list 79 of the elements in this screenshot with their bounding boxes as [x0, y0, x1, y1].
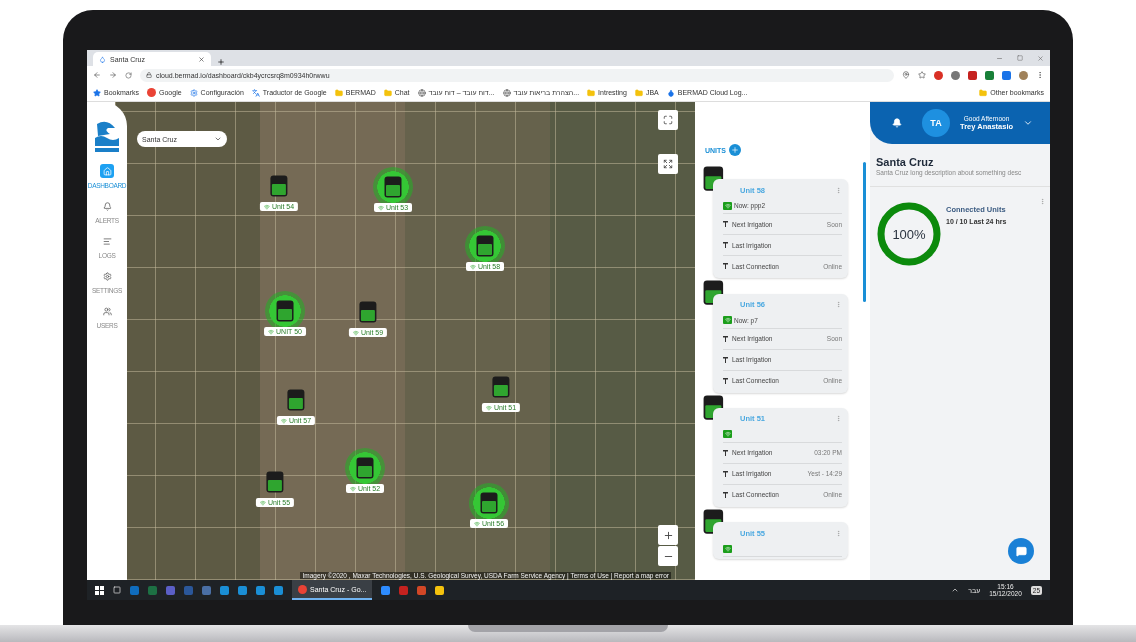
plus-icon — [731, 146, 739, 154]
expand-icon — [663, 159, 673, 169]
wifi-icon — [723, 201, 732, 210]
globe-icon — [417, 88, 426, 97]
add-unit-button[interactable] — [729, 144, 741, 156]
sprinkler-icon — [723, 242, 728, 249]
back-icon — [93, 71, 101, 79]
star-icon — [918, 71, 926, 79]
device-icon — [384, 176, 402, 198]
user-avatar: TA — [922, 109, 950, 137]
sprinkler-icon — [723, 491, 728, 498]
chat-button[interactable] — [1008, 538, 1034, 564]
scrollbar[interactable] — [863, 162, 866, 302]
sprinkler-icon — [723, 335, 728, 342]
new-tab-icon — [217, 58, 225, 66]
profile-icon — [1019, 70, 1028, 80]
device-icon — [480, 492, 498, 514]
wifi-icon — [723, 430, 732, 439]
connected-donut — [876, 201, 942, 267]
gear-icon — [189, 88, 198, 97]
device-icon — [476, 235, 494, 257]
wifi-icon — [473, 520, 480, 527]
wifi-icon — [352, 329, 359, 336]
wifi-icon — [263, 203, 270, 210]
wifi-icon — [469, 263, 476, 270]
chevron-down-icon — [214, 135, 222, 143]
windows-logo-icon[interactable] — [95, 585, 104, 595]
bell-icon — [892, 118, 902, 128]
folder-icon — [979, 88, 988, 97]
sprinkler-icon — [723, 356, 728, 363]
chevron-down-icon — [1023, 118, 1034, 128]
task-view-icon — [113, 586, 121, 594]
forward-icon — [109, 71, 117, 79]
sprinkler-icon — [723, 449, 728, 456]
expand-button[interactable] — [658, 154, 678, 174]
lock-icon — [146, 72, 152, 78]
folder-icon — [383, 88, 392, 97]
maximize-icon — [1017, 55, 1023, 61]
plus-icon — [662, 529, 674, 541]
logo-icon — [94, 120, 120, 154]
google-icon — [147, 88, 156, 97]
star-icon — [93, 88, 101, 97]
logo-icon — [666, 88, 675, 97]
folder-icon — [334, 88, 343, 97]
location-icon — [902, 71, 910, 79]
wifi-icon — [280, 417, 287, 424]
zoom-in-button[interactable] — [658, 525, 678, 545]
reload-icon — [125, 71, 132, 79]
tray-icon — [951, 586, 960, 594]
users-icon — [100, 304, 114, 318]
menu-icon — [1036, 71, 1044, 79]
zoom-out-button[interactable] — [658, 546, 678, 566]
wifi-icon — [723, 316, 732, 325]
sprinkler-icon — [723, 221, 728, 228]
sprinkler-icon — [723, 377, 728, 384]
browser-icon — [298, 584, 307, 594]
folder-icon — [634, 88, 643, 97]
drop-icon — [99, 55, 106, 63]
translate-icon — [251, 88, 260, 97]
fullscreen-button[interactable] — [658, 110, 678, 130]
site-title: Santa Cruz — [875, 155, 935, 168]
sprinkler-icon — [723, 263, 728, 270]
device-icon — [356, 457, 374, 479]
wifi-icon — [259, 499, 266, 506]
wifi-icon — [377, 204, 384, 211]
wifi-icon — [723, 544, 732, 553]
close-icon — [1037, 54, 1044, 62]
wifi-icon — [268, 328, 275, 335]
folder-icon — [587, 88, 596, 97]
home-icon — [100, 164, 114, 178]
fullscreen-icon — [663, 115, 673, 125]
wifi-icon — [485, 404, 492, 411]
globe-icon — [502, 88, 511, 97]
device-icon — [276, 300, 294, 322]
wifi-icon — [349, 485, 356, 492]
connected-percent: 100% — [892, 226, 926, 242]
sprinkler-icon — [723, 470, 728, 477]
chat-icon — [1015, 545, 1027, 557]
close-icon — [198, 55, 205, 63]
